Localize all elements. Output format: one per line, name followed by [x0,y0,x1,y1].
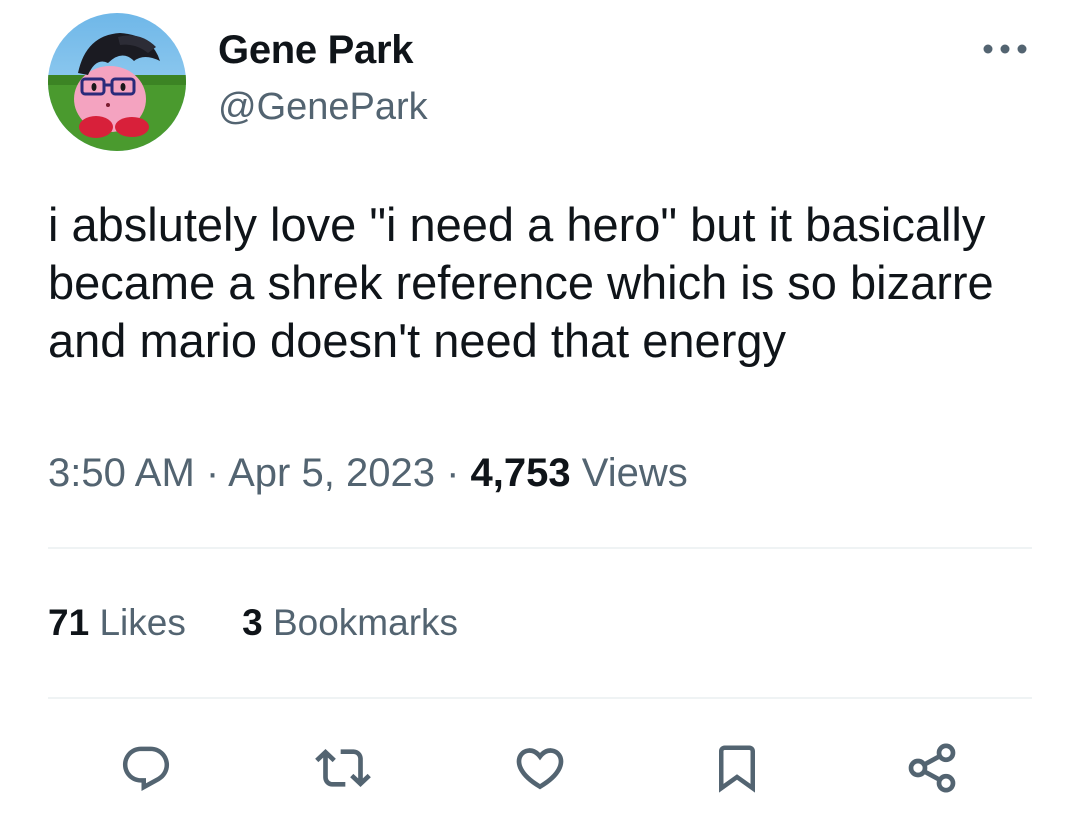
more-options-button[interactable] [976,32,1034,66]
views-label: Views [581,451,688,495]
tweet-detail: Gene Park @GenePark i abslutely love "i … [0,0,1080,835]
bookmarks-count: 3 [242,602,263,643]
reply-button[interactable] [116,738,176,798]
likes-stat[interactable]: 71 Likes [48,596,186,650]
avatar-image [48,13,186,151]
more-options-icon [983,44,1027,54]
share-icon [908,743,956,793]
bookmark-icon [719,745,755,793]
bookmarks-label: Bookmarks [272,602,459,643]
bookmark-button[interactable] [707,738,767,798]
divider [48,547,1032,549]
tweet-meta: 3:50 AM · Apr 5, 2023 · 4,753 Views [48,445,688,501]
likes-count: 71 [48,602,90,643]
views-count: 4,753 [470,451,571,495]
divider [48,697,1032,699]
bookmarks-stat[interactable]: 3 Bookmarks [242,596,458,650]
avatar[interactable] [48,13,186,151]
retweet-icon [315,749,371,787]
author-handle[interactable]: @GenePark [218,84,428,130]
tweet-stats: 71 Likes 3 Bookmarks [48,596,458,650]
reply-icon [122,746,170,791]
likes-label: Likes [99,602,186,643]
share-button[interactable] [902,738,962,798]
meta-separator: · [446,451,460,495]
like-button[interactable] [510,738,570,798]
tweet-time[interactable]: 3:50 AM [48,451,195,495]
retweet-button[interactable] [313,738,373,798]
author-name[interactable]: Gene Park [218,26,414,74]
tweet-date[interactable]: Apr 5, 2023 [228,451,435,495]
meta-separator: · [205,451,220,495]
heart-icon [516,748,564,790]
tweet-text: i abslutely love "i need a hero" but it … [48,198,994,367]
